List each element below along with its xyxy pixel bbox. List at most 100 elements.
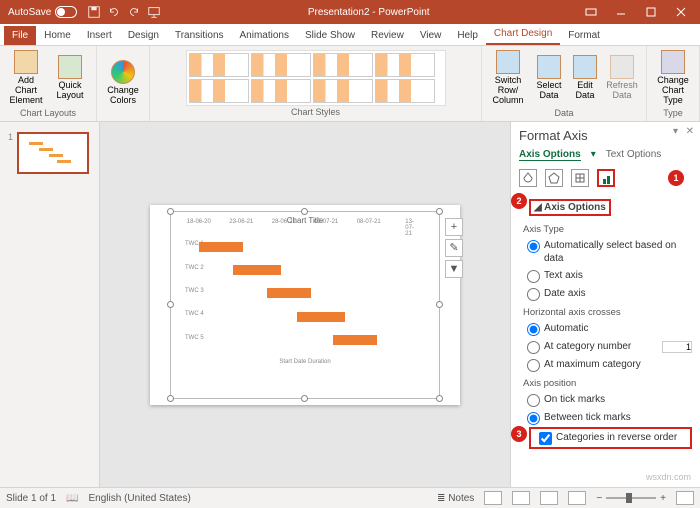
quick-layout-button[interactable]: Quick Layout xyxy=(50,53,90,103)
workspace: 1 Chart Title 18-06-20 23-06-21 28-06-21… xyxy=(0,122,700,487)
chart-style-thumb[interactable] xyxy=(313,79,373,103)
chart-style-thumb[interactable] xyxy=(251,53,311,77)
chart-style-thumb[interactable] xyxy=(189,79,249,103)
chart-style-thumb[interactable] xyxy=(251,79,311,103)
tab-chart-design[interactable]: Chart Design xyxy=(486,24,560,45)
opt-at-max[interactable]: At maximum category xyxy=(519,356,692,374)
chart-bar[interactable] xyxy=(199,242,243,252)
callout-2: 2 xyxy=(511,193,527,209)
language-indicator[interactable]: English (United States) xyxy=(89,493,191,504)
axis-type-label: Axis Type xyxy=(523,224,692,235)
chart-styles-button[interactable]: ✎ xyxy=(445,239,463,257)
reading-view-button[interactable] xyxy=(540,491,558,505)
chart-styles-gallery[interactable] xyxy=(186,50,446,106)
text-options-tab[interactable]: Text Options xyxy=(606,149,662,161)
chart-style-thumb[interactable] xyxy=(375,79,435,103)
chart-bar[interactable] xyxy=(297,312,345,322)
pane-close-icon[interactable]: ✕ xyxy=(686,126,694,137)
slide-sorter-button[interactable] xyxy=(512,491,530,505)
group-chart-layouts: Add Chart Element Quick Layout Chart Lay… xyxy=(0,46,97,121)
close-icon[interactable] xyxy=(666,0,696,24)
autosave-toggle[interactable]: AutoSave xyxy=(8,6,77,18)
tab-format[interactable]: Format xyxy=(560,26,608,45)
slide-thumbnail[interactable] xyxy=(17,132,89,174)
axis-options-tab[interactable]: Axis Options xyxy=(519,149,581,161)
category-number-input[interactable] xyxy=(662,341,692,353)
tab-animations[interactable]: Animations xyxy=(232,26,297,45)
select-data-button[interactable]: Select Data xyxy=(532,53,566,103)
group-chart-styles: Chart Styles xyxy=(150,46,482,121)
start-icon[interactable] xyxy=(147,5,161,19)
chart-object[interactable]: Chart Title 18-06-20 23-06-21 28-06-21 0… xyxy=(170,211,440,399)
size-properties-icon[interactable] xyxy=(571,169,589,187)
axis-options-section[interactable]: ◢ Axis Options xyxy=(529,199,611,216)
tab-design[interactable]: Design xyxy=(120,26,167,45)
toggle-switch[interactable] xyxy=(55,6,77,18)
group-type: Change Chart Type Type xyxy=(647,46,700,121)
callout-1: 1 xyxy=(668,170,684,186)
tab-insert[interactable]: Insert xyxy=(79,26,120,45)
refresh-data-button: Refresh Data xyxy=(604,53,640,103)
ribbon: Add Chart Element Quick Layout Chart Lay… xyxy=(0,46,700,122)
fill-line-icon[interactable] xyxy=(519,169,537,187)
chart-plot-area[interactable]: 18-06-20 23-06-21 28-06-21 03-07-21 08-0… xyxy=(187,229,423,359)
pane-options-icon[interactable]: ▾ xyxy=(673,126,678,137)
tab-file[interactable]: File xyxy=(4,26,36,45)
chart-style-thumb[interactable] xyxy=(313,53,373,77)
tab-review[interactable]: Review xyxy=(363,26,412,45)
save-icon[interactable] xyxy=(87,5,101,19)
opt-on-tick[interactable]: On tick marks xyxy=(519,391,692,409)
change-chart-type-button[interactable]: Change Chart Type xyxy=(653,48,693,108)
chart-elements-button[interactable]: + xyxy=(445,218,463,236)
callout-3: 3 xyxy=(511,426,527,442)
ribbon-options-icon[interactable] xyxy=(576,0,606,24)
group-data: Switch Row/ Column Select Data Edit Data… xyxy=(482,46,647,121)
slide-thumbnails-panel: 1 xyxy=(0,122,100,487)
tab-home[interactable]: Home xyxy=(36,26,79,45)
tab-slideshow[interactable]: Slide Show xyxy=(297,26,363,45)
effects-icon[interactable] xyxy=(545,169,563,187)
opt-date-axis[interactable]: Date axis xyxy=(519,285,692,303)
chart-bar[interactable] xyxy=(333,335,377,345)
opt-between-tick[interactable]: Between tick marks xyxy=(519,409,692,427)
change-colors-button[interactable]: Change Colors xyxy=(103,58,143,108)
window-title: Presentation2 - PowerPoint xyxy=(161,7,576,18)
pane-title: Format Axis xyxy=(519,128,692,143)
add-chart-element-button[interactable]: Add Chart Element xyxy=(6,48,46,108)
chart-bar[interactable] xyxy=(267,288,311,298)
opt-auto-select[interactable]: Automatically select based on data xyxy=(519,237,692,267)
axis-options-icon[interactable] xyxy=(597,169,615,187)
opt-automatic[interactable]: Automatic xyxy=(519,320,692,338)
fit-to-window-button[interactable] xyxy=(676,491,694,505)
slide-canvas[interactable]: Chart Title 18-06-20 23-06-21 28-06-21 0… xyxy=(100,122,510,487)
opt-text-axis[interactable]: Text axis xyxy=(519,267,692,285)
opt-at-category[interactable]: At category number xyxy=(519,338,692,356)
thumb-number: 1 xyxy=(8,132,13,174)
title-bar: AutoSave Presentation2 - PowerPoint xyxy=(0,0,700,24)
chart-legend[interactable]: Start Date Duration xyxy=(171,359,439,365)
zoom-slider[interactable]: −+ xyxy=(596,493,666,504)
format-axis-pane: ▾ ✕ Format Axis Axis Options▾ Text Optio… xyxy=(510,122,700,487)
autosave-label: AutoSave xyxy=(8,7,51,18)
edit-data-button[interactable]: Edit Data xyxy=(570,53,600,103)
opt-reverse-order[interactable]: Categories in reverse order xyxy=(529,427,692,449)
undo-icon[interactable] xyxy=(107,5,121,19)
chart-bar[interactable] xyxy=(233,265,281,275)
chart-filter-button[interactable]: ▼ xyxy=(445,260,463,278)
minimize-icon[interactable] xyxy=(606,0,636,24)
switch-row-column-button[interactable]: Switch Row/ Column xyxy=(488,48,528,108)
maximize-icon[interactable] xyxy=(636,0,666,24)
chart-style-thumb[interactable] xyxy=(375,53,435,77)
chart-style-thumb[interactable] xyxy=(189,53,249,77)
normal-view-button[interactable] xyxy=(484,491,502,505)
notes-button[interactable]: ≣ Notes xyxy=(437,493,474,504)
axis-position-label: Axis position xyxy=(523,378,692,389)
slide[interactable]: Chart Title 18-06-20 23-06-21 28-06-21 0… xyxy=(150,205,460,405)
tab-view[interactable]: View xyxy=(412,26,450,45)
tab-help[interactable]: Help xyxy=(449,26,486,45)
spell-check-icon[interactable]: 📖 xyxy=(66,493,78,504)
slide-indicator[interactable]: Slide 1 of 1 xyxy=(6,493,56,504)
tab-transitions[interactable]: Transitions xyxy=(167,26,232,45)
slideshow-view-button[interactable] xyxy=(568,491,586,505)
redo-icon[interactable] xyxy=(127,5,141,19)
